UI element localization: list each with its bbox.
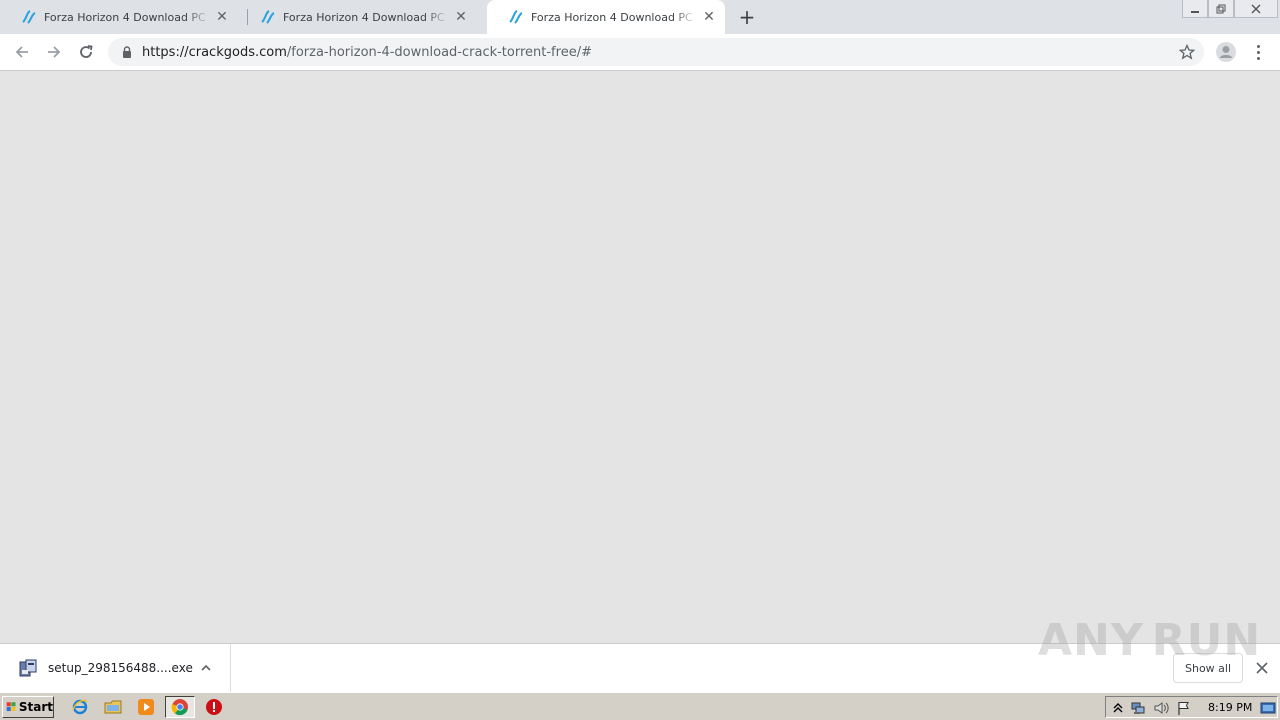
anyrun-watermark: ANY RUN <box>1038 612 1260 668</box>
taskbar-ie[interactable] <box>70 697 90 717</box>
minimize-icon <box>1191 10 1199 13</box>
chrome-icon <box>171 699 188 716</box>
show-hidden-icons-icon[interactable] <box>1110 700 1126 716</box>
show-desktop-icon[interactable] <box>1260 700 1276 716</box>
window-close-button[interactable] <box>1234 0 1278 18</box>
bookmark-star-icon <box>1179 44 1195 60</box>
close-icon[interactable]: ✕ <box>701 9 717 25</box>
taskbar-opera[interactable] <box>204 697 224 717</box>
media-player-icon <box>138 699 154 715</box>
taskbar-media-player[interactable] <box>136 697 156 717</box>
taskbar-chrome[interactable] <box>165 696 195 718</box>
window-controls <box>1182 0 1278 18</box>
volume-icon[interactable] <box>1153 700 1169 716</box>
windows-taskbar: Start 8:19 PM <box>0 692 1280 720</box>
taskbar-explorer[interactable] <box>103 697 123 717</box>
tab-strip: Forza Horizon 4 Download PC - Full Crack… <box>0 0 1280 34</box>
network-icon[interactable] <box>1130 700 1146 716</box>
page-content <box>0 72 1280 643</box>
reload-icon <box>80 45 93 58</box>
taskbar-clock[interactable]: 8:19 PM <box>1208 701 1252 714</box>
forward-button[interactable] <box>42 40 66 64</box>
download-item[interactable]: setup_298156488....exe <box>0 644 231 692</box>
windows-logo-icon <box>6 702 16 712</box>
internet-explorer-icon <box>72 699 88 715</box>
reload-button[interactable] <box>74 40 98 64</box>
download-file-name: setup_298156488....exe <box>48 661 193 675</box>
restore-button[interactable] <box>1208 0 1234 18</box>
action-center-flag-icon[interactable] <box>1176 700 1192 716</box>
url-path: /forza-horizon-4-download-crack-torrent-… <box>286 44 592 60</box>
back-arrow-icon <box>15 46 28 58</box>
restore-icon <box>1216 4 1226 13</box>
tab-1[interactable]: Forza Horizon 4 Download PC - Full Crack… <box>0 0 238 34</box>
url-host: https://crackgods.com <box>142 44 287 60</box>
back-button[interactable] <box>10 40 34 64</box>
forward-arrow-icon <box>48 46 61 58</box>
tab-title: Forza Horizon 4 Download PC - Full Crack <box>283 10 449 24</box>
address-bar[interactable]: https://crackgods.com/forza-horizon-4-do… <box>108 38 1204 66</box>
tab-title: Forza Horizon 4 Download PC - Full Crack <box>44 10 210 24</box>
watermark-left: ANY <box>1038 614 1144 666</box>
tab-2[interactable]: Forza Horizon 4 Download PC - Full Crack… <box>239 0 477 34</box>
screen: Forza Horizon 4 Download PC - Full Crack… <box>0 0 1280 720</box>
installer-file-icon <box>19 659 37 677</box>
browser-toolbar: https://crackgods.com/forza-horizon-4-do… <box>0 34 1280 71</box>
folder-icon <box>104 700 122 714</box>
close-icon <box>1251 4 1261 13</box>
crackgods-favicon-icon <box>261 10 275 24</box>
url-text: https://crackgods.com/forza-horizon-4-do… <box>142 45 592 60</box>
tab-title: Forza Horizon 4 Download PC - Full Crack <box>531 10 697 24</box>
start-label: Start <box>18 700 53 714</box>
minimize-button[interactable] <box>1182 0 1208 18</box>
crackgods-favicon-icon <box>509 10 523 24</box>
kebab-menu-icon[interactable] <box>1250 40 1266 64</box>
bookmark-button[interactable] <box>1178 43 1196 61</box>
chevron-up-icon <box>201 664 211 671</box>
profile-avatar-icon[interactable] <box>1215 41 1237 63</box>
start-button[interactable]: Start <box>2 696 54 718</box>
crackgods-favicon-icon <box>22 10 36 24</box>
tab-3-active[interactable]: Forza Horizon 4 Download PC - Full Crack… <box>487 0 725 34</box>
new-tab-button[interactable]: + <box>736 5 758 29</box>
opera-icon <box>206 699 222 715</box>
download-options-button[interactable] <box>196 658 216 678</box>
close-icon[interactable]: ✕ <box>453 9 469 25</box>
close-icon[interactable]: ✕ <box>214 9 230 25</box>
lock-icon[interactable] <box>120 45 134 59</box>
watermark-right: RUN <box>1151 614 1262 666</box>
